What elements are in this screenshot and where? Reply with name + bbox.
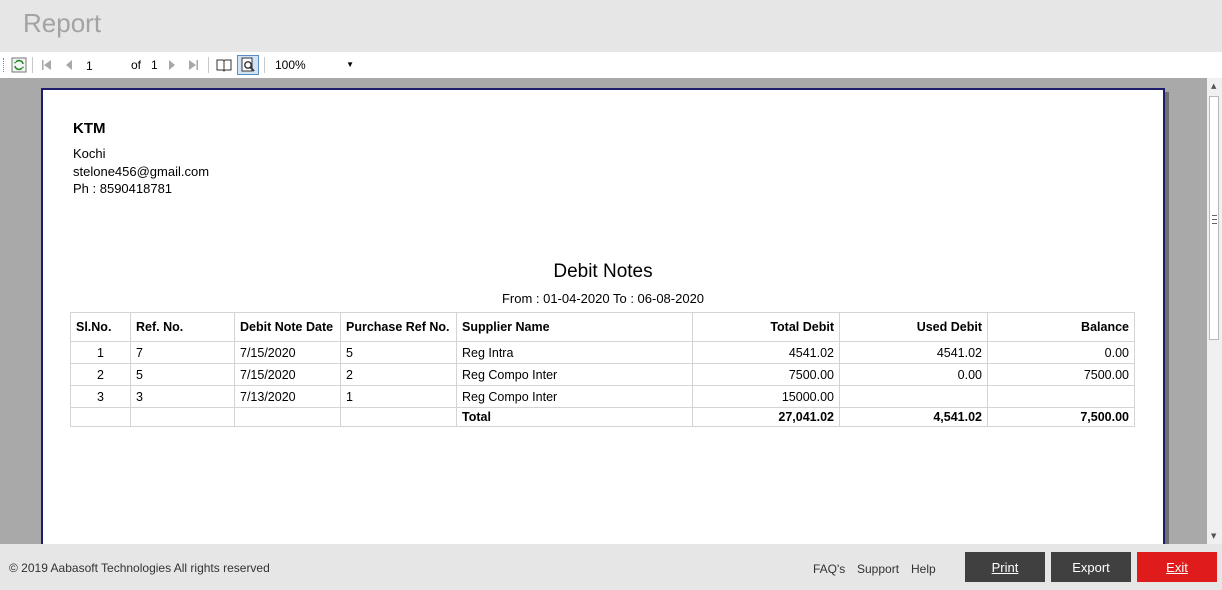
print-layout-button[interactable] (237, 55, 259, 75)
footer-bar: © 2019 Aabasoft Technologies All rights … (0, 544, 1222, 590)
column-header-balance: Balance (987, 312, 1135, 342)
cell-debit-note-date: 7/13/2020 (234, 385, 341, 408)
next-page-button[interactable] (164, 56, 180, 74)
report-period: From : 01-04-2020 To : 06-08-2020 (501, 291, 705, 306)
toolbar-separator (208, 57, 209, 73)
cell-used-debit: 4541.02 (839, 341, 988, 364)
cell-purchase-ref-no: 5 (340, 341, 457, 364)
cell-balance: 0.00 (987, 341, 1135, 364)
cell-total-debit: 15000.00 (692, 385, 840, 408)
dropdown-arrow-icon: ▼ (346, 60, 354, 69)
export-button-label: Export (1072, 560, 1110, 575)
exit-button-label: Exit (1166, 560, 1188, 575)
cell-sl-no: 1 (70, 341, 131, 364)
used-debit-sum: 4,541.02 (839, 407, 988, 427)
first-page-button[interactable] (38, 56, 54, 74)
totals-row: Total 27,041.02 4,541.02 7,500.00 (70, 407, 1135, 427)
exit-button[interactable]: Exit (1137, 552, 1217, 582)
column-header-sl-no: Sl.No. (70, 312, 131, 342)
toolbar-grip[interactable] (3, 58, 6, 72)
column-header-purchase-ref-no: Purchase Ref No. (340, 312, 457, 342)
document-map-button[interactable] (214, 56, 234, 74)
debit-notes-table: Sl.No. Ref. No. Debit Note Date Purchase… (70, 312, 1135, 427)
company-email: stelone456@gmail.com (73, 163, 210, 179)
print-preview-icon (240, 57, 256, 73)
total-label: Total (456, 407, 693, 427)
column-header-total-debit: Total Debit (692, 312, 840, 342)
cell-sl-no: 2 (70, 363, 131, 386)
cell-empty (130, 407, 235, 427)
total-pages: 1 (151, 58, 158, 72)
cell-used-debit (839, 385, 988, 408)
report-page: KTM Kochi stelone456@gmail.com Ph : 8590… (41, 88, 1165, 544)
cell-total-debit: 7500.00 (692, 363, 840, 386)
last-page-icon (188, 59, 200, 71)
zoom-select[interactable]: 100% ▼ (270, 56, 358, 74)
window-title: Report (23, 8, 102, 38)
cell-sl-no: 3 (70, 385, 131, 408)
grip-icon (1212, 215, 1217, 224)
zoom-value: 100% (275, 58, 306, 72)
cell-supplier-name: Reg Compo Inter (456, 385, 693, 408)
balance-sum: 7,500.00 (987, 407, 1135, 427)
print-button-label: Print (991, 560, 1019, 575)
cell-total-debit: 4541.02 (692, 341, 840, 364)
table-row: 2 5 7/15/2020 2 Reg Compo Inter 7500.00 … (70, 363, 1135, 386)
toolbar-separator (32, 57, 33, 73)
faq-link[interactable]: FAQ's (813, 562, 845, 576)
export-button[interactable]: Export (1051, 552, 1131, 582)
scroll-down-icon[interactable]: ▼ (1211, 532, 1216, 540)
column-header-ref-no: Ref. No. (130, 312, 235, 342)
cell-purchase-ref-no: 1 (340, 385, 457, 408)
next-page-icon (166, 59, 178, 71)
title-bar: Report (0, 0, 1222, 52)
last-page-button[interactable] (186, 56, 202, 74)
cell-ref-no: 5 (130, 363, 235, 386)
column-header-debit-note-date: Debit Note Date (234, 312, 341, 342)
scroll-up-icon[interactable]: ▲ (1211, 82, 1216, 90)
refresh-button[interactable] (10, 56, 28, 74)
total-debit-sum: 27,041.02 (692, 407, 840, 427)
column-header-supplier-name: Supplier Name (456, 312, 693, 342)
first-page-icon (40, 59, 52, 71)
report-viewer: KTM Kochi stelone456@gmail.com Ph : 8590… (0, 78, 1207, 544)
column-header-used-debit: Used Debit (839, 312, 988, 342)
cell-ref-no: 3 (130, 385, 235, 408)
company-city: Kochi (73, 146, 106, 161)
cell-ref-no: 7 (130, 341, 235, 364)
vertical-scrollbar[interactable]: ▲ ▼ (1207, 78, 1222, 544)
help-link[interactable]: Help (911, 562, 936, 576)
current-page-input[interactable] (84, 56, 128, 76)
support-link[interactable]: Support (857, 562, 899, 576)
cell-empty (70, 407, 131, 427)
cell-balance (987, 385, 1135, 408)
cell-empty (234, 407, 341, 427)
copyright-text: © 2019 Aabasoft Technologies All rights … (9, 561, 270, 575)
table-row: 1 7 7/15/2020 5 Reg Intra 4541.02 4541.0… (70, 341, 1135, 364)
toolbar-separator (264, 57, 265, 73)
print-button[interactable]: Print (965, 552, 1045, 582)
cell-empty (340, 407, 457, 427)
previous-page-icon (63, 59, 75, 71)
company-phone: Ph : 8590418781 (73, 181, 173, 196)
company-header: KTM Kochi stelone456@gmail.com Ph : 8590… (73, 120, 209, 198)
cell-debit-note-date: 7/15/2020 (234, 341, 341, 364)
report-title: Debit Notes (553, 261, 653, 282)
previous-page-button[interactable] (61, 56, 77, 74)
book-icon (216, 58, 232, 72)
refresh-icon (11, 57, 27, 73)
table-header-row: Sl.No. Ref. No. Debit Note Date Purchase… (70, 312, 1135, 342)
cell-debit-note-date: 7/15/2020 (234, 363, 341, 386)
cell-used-debit: 0.00 (839, 363, 988, 386)
scrollbar-thumb[interactable] (1209, 96, 1219, 340)
report-toolbar: of 1 100% ▼ (0, 52, 1222, 79)
of-label: of (131, 58, 142, 72)
cell-supplier-name: Reg Compo Inter (456, 363, 693, 386)
cell-purchase-ref-no: 2 (340, 363, 457, 386)
cell-supplier-name: Reg Intra (456, 341, 693, 364)
table-row: 3 3 7/13/2020 1 Reg Compo Inter 15000.00 (70, 385, 1135, 408)
cell-balance: 7500.00 (987, 363, 1135, 386)
company-name: KTM (73, 120, 106, 137)
